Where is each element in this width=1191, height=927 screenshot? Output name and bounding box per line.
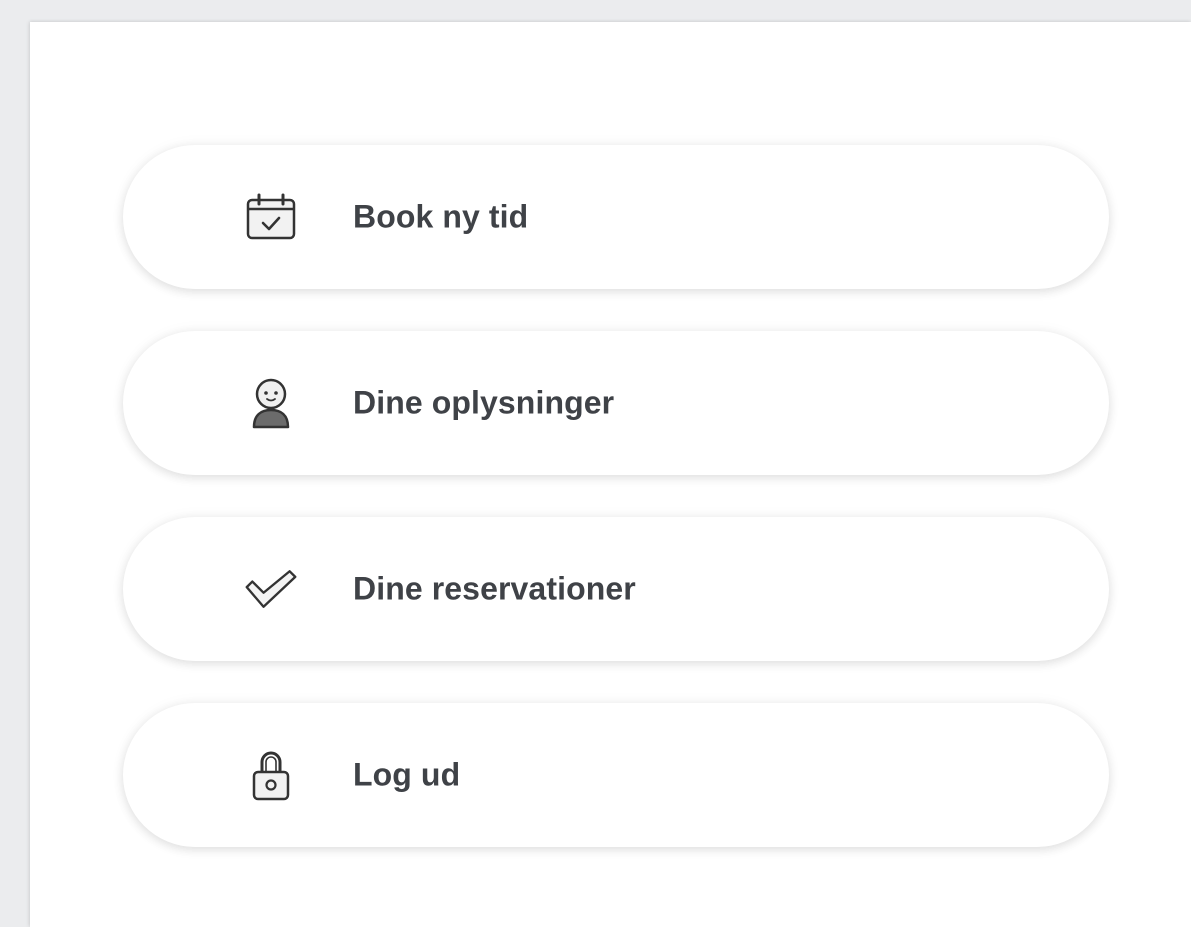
calendar-check-icon (243, 189, 299, 245)
padlock-icon (243, 747, 299, 803)
your-details-button[interactable]: Dine oplysninger (123, 331, 1109, 475)
user-icon (243, 375, 299, 431)
checkmark-icon (243, 561, 299, 617)
menu-item-label: Dine reservationer (353, 570, 636, 607)
menu-item-label: Book ny tid (353, 198, 529, 235)
main-panel: Book ny tid Dine oplysninger Dine reserv… (30, 22, 1191, 927)
account-menu: Book ny tid Dine oplysninger Dine reserv… (123, 145, 1109, 889)
menu-item-label: Dine oplysninger (353, 384, 615, 421)
log-out-button[interactable]: Log ud (123, 703, 1109, 847)
book-appointment-button[interactable]: Book ny tid (123, 145, 1109, 289)
menu-item-label: Log ud (353, 756, 461, 793)
your-reservations-button[interactable]: Dine reservationer (123, 517, 1109, 661)
